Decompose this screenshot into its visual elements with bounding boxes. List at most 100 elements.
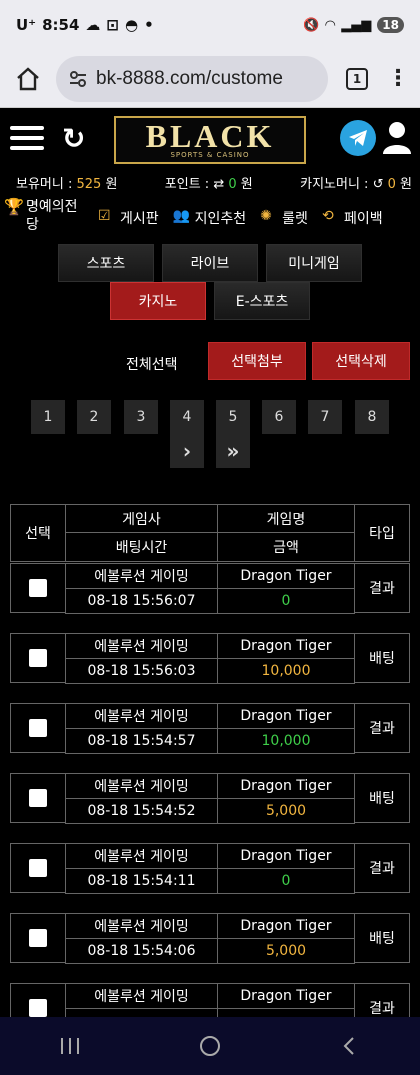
tab-minigame[interactable]: 미니게임: [266, 244, 362, 282]
page-button[interactable]: 3: [124, 400, 158, 434]
row-checkbox[interactable]: [29, 929, 47, 947]
header-amount: 금액: [217, 532, 355, 562]
row-provider: 에볼루션 게이밍: [65, 983, 218, 1009]
page-button[interactable]: 6: [262, 400, 296, 434]
header-type: 타입: [354, 504, 410, 562]
row-checkbox[interactable]: [29, 789, 47, 807]
hamburger-menu-icon[interactable]: [10, 126, 44, 150]
row-select-cell[interactable]: [10, 773, 66, 823]
row-checkbox[interactable]: [29, 719, 47, 737]
screenshot-icon: ⊡: [106, 16, 119, 34]
wifi-icon: ◠: [325, 17, 336, 33]
nav-item-roulette[interactable]: ✺ 룰렛: [260, 208, 308, 228]
row-select-cell[interactable]: [10, 703, 66, 753]
roulette-icon: ✺: [260, 208, 272, 224]
row-select-cell[interactable]: [10, 843, 66, 893]
row-game: Dragon Tiger: [217, 913, 355, 939]
nav-item-referral[interactable]: 👥 지인추천: [173, 208, 247, 228]
refresh-icon[interactable]: ↻: [62, 122, 85, 155]
tab-casino[interactable]: 카지노: [110, 282, 206, 320]
row-game: Dragon Tiger: [217, 773, 355, 799]
nav-item-hall-of-fame[interactable]: 🏆 명예의전당: [4, 198, 84, 234]
row-select-cell[interactable]: [10, 563, 66, 613]
mute-icon: 🔇: [303, 17, 320, 33]
row-game: Dragon Tiger: [217, 983, 355, 1009]
row-game: Dragon Tiger: [217, 703, 355, 729]
row-bet-time: 08-18 15:54:57: [65, 728, 218, 754]
row-amount: 0: [217, 588, 355, 614]
tab-switcher-button[interactable]: 1: [346, 67, 368, 90]
reload-icon[interactable]: ↺: [373, 177, 384, 192]
row-select-cell[interactable]: [10, 913, 66, 963]
logo-brand: BLACK: [145, 118, 275, 154]
row-amount: 5,000: [217, 798, 355, 824]
page-button[interactable]: 2: [77, 400, 111, 434]
status-bar: U⁺ 8:54 ☁ ⊡ ◓ • 🔇 ◠ ▂▄▆ 18: [0, 0, 420, 50]
row-checkbox[interactable]: [29, 999, 47, 1017]
payback-icon: ⟲: [321, 208, 334, 224]
row-provider: 에볼루션 게이밍: [65, 563, 218, 589]
row-type: 결과: [354, 843, 410, 893]
header-game: 게임명: [217, 504, 355, 533]
game-tabs: 스포츠 라이브 미니게임 카지노 E-스포츠: [0, 244, 420, 342]
tab-live[interactable]: 라이브: [162, 244, 258, 282]
home-button[interactable]: [10, 61, 46, 97]
attach-selected-button[interactable]: 선택첨부: [208, 342, 306, 380]
row-checkbox[interactable]: [29, 859, 47, 877]
delete-selected-button[interactable]: 선택삭제: [312, 342, 410, 380]
exchange-icon[interactable]: ⇄: [213, 177, 224, 192]
page-button[interactable]: 7: [308, 400, 342, 434]
row-amount: 0: [217, 868, 355, 894]
trophy-icon: 🏆: [4, 197, 24, 216]
nav-item-board[interactable]: ☑ 게시판: [98, 208, 159, 228]
site-logo[interactable]: BLACK SPORTS & CASINO: [114, 116, 306, 164]
site-settings-icon[interactable]: [68, 69, 88, 89]
address-bar[interactable]: bk-8888.com/custome: [56, 55, 328, 102]
home-nav-icon[interactable]: [198, 1034, 222, 1058]
page-button[interactable]: 5: [216, 400, 250, 434]
nav-item-payback[interactable]: ⟲ 페이백: [322, 208, 383, 228]
row-game: Dragon Tiger: [217, 563, 355, 589]
row-provider: 에볼루션 게이밍: [65, 913, 218, 939]
browser-menu-icon[interactable]: ⋮: [386, 66, 410, 91]
system-nav-bar: [0, 1017, 420, 1075]
page-button[interactable]: 1: [31, 400, 65, 434]
carrier-label: U⁺: [16, 16, 37, 34]
tab-sports[interactable]: 스포츠: [58, 244, 154, 282]
row-game: Dragon Tiger: [217, 633, 355, 659]
main-nav: 🏆 명예의전당 ☑ 게시판 👥 지인추천 ✺ 룰렛 ⟲ 페이백: [0, 196, 420, 246]
row-checkbox[interactable]: [29, 579, 47, 597]
point-balance[interactable]: 포인트 : ⇄ 0 원: [165, 173, 253, 192]
row-bet-time: 08-18 15:56:03: [65, 658, 218, 684]
dot-icon: •: [144, 16, 154, 34]
page-button[interactable]: 8: [355, 400, 389, 434]
casino-balance[interactable]: 카지노머니 : ↺ 0 원: [300, 173, 412, 192]
header-provider: 게임사: [65, 504, 218, 533]
user-profile-icon[interactable]: [382, 120, 412, 156]
row-amount: 5,000: [217, 938, 355, 964]
row-select-cell[interactable]: [10, 633, 66, 683]
home-icon: [17, 66, 39, 90]
telegram-icon[interactable]: [340, 120, 376, 156]
row-type: 배팅: [354, 633, 410, 683]
url-text: bk-8888.com/custome: [96, 67, 283, 89]
back-icon[interactable]: [338, 1034, 362, 1058]
page-button[interactable]: 4: [170, 400, 204, 434]
next-page-button[interactable]: ›: [170, 434, 204, 468]
row-bet-time: 08-18 15:54:06: [65, 938, 218, 964]
tab-esports[interactable]: E-스포츠: [214, 282, 310, 320]
row-checkbox[interactable]: [29, 649, 47, 667]
row-provider: 에볼루션 게이밍: [65, 633, 218, 659]
header-bet-time: 배팅시간: [65, 532, 218, 562]
point-value: 0: [228, 176, 237, 192]
site-header: ↻ BLACK SPORTS & CASINO: [0, 108, 420, 168]
clock: 8:54: [42, 16, 80, 34]
last-page-button[interactable]: »: [216, 434, 250, 468]
recent-apps-icon[interactable]: [58, 1035, 82, 1057]
money-value: 525: [76, 176, 102, 192]
select-all-button[interactable]: 전체선택: [126, 354, 178, 374]
row-game: Dragon Tiger: [217, 843, 355, 869]
people-icon: 👥: [172, 208, 191, 224]
row-type: 결과: [354, 563, 410, 613]
notification-icon: ◓: [125, 16, 139, 34]
